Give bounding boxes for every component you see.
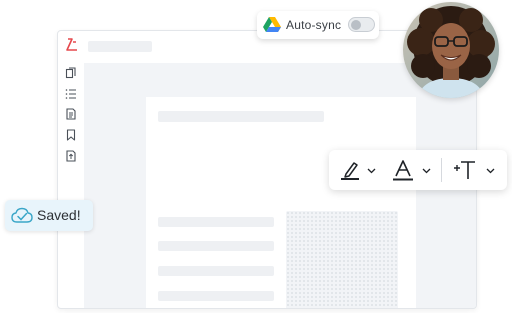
image-placeholder xyxy=(286,211,398,308)
logo-icon xyxy=(66,38,77,51)
saved-label: Saved! xyxy=(37,207,81,223)
text-color-icon[interactable] xyxy=(391,158,415,182)
auto-sync-card: Auto-sync xyxy=(257,11,379,39)
sidebar xyxy=(58,31,84,308)
document-icon[interactable] xyxy=(65,108,77,120)
doc-line-placeholder xyxy=(158,241,274,251)
export-icon[interactable] xyxy=(65,150,77,162)
list-icon[interactable] xyxy=(65,88,77,100)
doc-line-placeholder xyxy=(158,291,274,301)
user-avatar xyxy=(403,2,499,98)
add-text-icon[interactable] xyxy=(453,158,477,182)
doc-heading-placeholder xyxy=(158,111,324,122)
doc-line-placeholder xyxy=(158,266,274,276)
document-page[interactable] xyxy=(146,97,416,308)
chevron-down-icon[interactable] xyxy=(486,166,495,175)
format-toolbar xyxy=(329,150,507,190)
toggle-knob xyxy=(351,19,361,30)
google-drive-icon xyxy=(263,17,281,32)
chevron-down-icon[interactable] xyxy=(367,166,376,175)
auto-sync-toggle[interactable] xyxy=(348,17,375,32)
highlight-pen-icon[interactable] xyxy=(338,158,362,182)
bookmark-icon[interactable] xyxy=(65,129,77,141)
saved-toast: Saved! xyxy=(5,200,93,231)
pages-icon[interactable] xyxy=(65,67,77,79)
cloud-check-icon xyxy=(11,207,33,223)
title-placeholder xyxy=(88,41,152,52)
doc-line-placeholder xyxy=(158,217,274,227)
chevron-down-icon[interactable] xyxy=(422,166,431,175)
auto-sync-label: Auto-sync xyxy=(286,18,342,32)
toolbar-divider xyxy=(441,158,442,182)
